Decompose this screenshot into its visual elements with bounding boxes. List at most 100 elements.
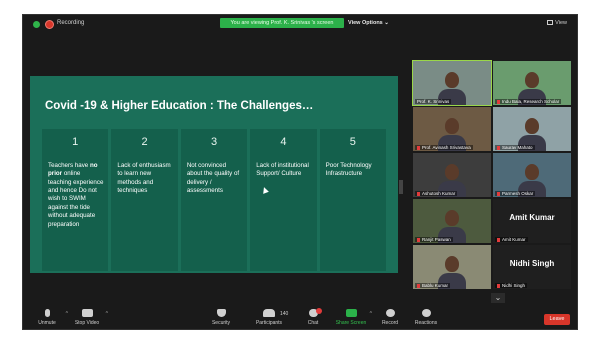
unmute-button[interactable]: Unmute ^ (27, 309, 68, 326)
meeting-toolbar: Unmute ^ Stop Video ^ Security Participa… (23, 307, 577, 329)
muted-mic-icon (417, 191, 420, 196)
chat-label: Chat (307, 320, 319, 326)
muted-mic-icon (417, 145, 420, 150)
muted-mic-icon (417, 237, 420, 242)
view-options-button[interactable]: View Options ⌄ (348, 18, 389, 28)
participant-name-label: Ranjit Paswan (415, 237, 453, 242)
chevron-down-icon[interactable]: ⌄ (491, 293, 505, 303)
participant-head (445, 256, 459, 272)
share-screen-button[interactable]: Share Screen ^ (331, 309, 372, 326)
chat-button[interactable]: Chat (293, 308, 333, 326)
security-button[interactable]: Security (201, 309, 241, 326)
record-label: Record (381, 320, 399, 326)
participant-tile[interactable]: Ranjit Paswan (413, 199, 491, 243)
participant-tile[interactable]: Prof. Avinash Srivastava (413, 107, 491, 151)
participant-tile[interactable]: Amit Kumar Amit Kumar (493, 199, 571, 243)
participant-tile[interactable]: Ashutosh Kumar (413, 153, 491, 197)
participant-name: Ashutosh Kumar (422, 191, 456, 196)
zoom-window: Recording You are viewing Prof. K. Srini… (22, 14, 578, 330)
participant-head (445, 118, 459, 134)
participant-tile[interactable]: Nidhi Singh Nidhi Singh (493, 245, 571, 289)
participant-head (525, 164, 539, 180)
muted-mic-icon (497, 237, 500, 242)
stop-video-button[interactable]: Stop Video ^ (67, 309, 108, 326)
participant-head (445, 164, 459, 180)
participants-count: 140 (280, 311, 289, 317)
muted-mic-icon (44, 309, 50, 317)
challenge-text: Not convinced about the quality of deliv… (186, 162, 240, 195)
top-bar: Recording You are viewing Prof. K. Srini… (23, 15, 577, 35)
participant-name: Prof. Avinash Srivastava (422, 145, 471, 150)
participant-name: Indu Bala, Research Scholar (502, 99, 560, 104)
participant-head (525, 118, 539, 134)
participant-name: Prof. K. Srinivas (417, 99, 450, 104)
participants-label: Participants (255, 320, 283, 326)
view-button[interactable]: View (547, 20, 567, 26)
challenge-number: 3 (210, 136, 218, 148)
muted-mic-icon (417, 283, 420, 288)
leave-button[interactable]: Leave (544, 314, 570, 325)
participant-tile[interactable]: Parmesh Oskar (493, 153, 571, 197)
grid-view-icon (547, 20, 554, 26)
slide-title: Covid -19 & Higher Education : The Chall… (45, 100, 314, 112)
challenge-column: 1 Teachers have no prior online teaching… (42, 129, 109, 271)
participant-tile[interactable]: Indu Bala, Research Scholar (493, 61, 571, 105)
challenge-number: 4 (280, 136, 287, 148)
challenge-column: 4 Lack of institutional Support/ Culture (250, 129, 317, 271)
participant-name: Bablu Kumar (422, 283, 449, 288)
stop-video-label: Stop Video (74, 320, 100, 326)
participants-icon (263, 309, 275, 317)
record-button[interactable]: Record (370, 309, 410, 326)
participant-tile[interactable]: Prof. K. Srinivas (412, 60, 492, 106)
security-label: Security (211, 320, 231, 326)
participant-name: Parmesh Oskar (502, 191, 534, 196)
participants-button[interactable]: Participants 140 (249, 309, 289, 326)
challenge-column: 5 Poor Technology Infrastructure (319, 129, 387, 271)
participant-name: Amit Kumar (502, 237, 526, 242)
participant-name-label: Bablu Kumar (415, 283, 451, 288)
challenge-text: Lack of institutional Support/ Culture (256, 162, 309, 178)
share-screen-icon (345, 309, 357, 317)
shared-screen-slide: Covid -19 & Higher Education : The Chall… (30, 76, 398, 273)
reactions-button[interactable]: Reactions (406, 309, 446, 326)
participant-head (445, 210, 459, 226)
muted-mic-icon (497, 191, 500, 196)
participant-name-label: Saurav Mahato (495, 145, 535, 150)
share-screen-label: Share Screen (335, 320, 367, 326)
recording-label: Recording (57, 20, 85, 26)
chat-notification-badge (316, 308, 322, 314)
participant-name: Nidhi Singh (502, 283, 526, 288)
challenge-text: Lack of enthusiasm to learn new methods … (117, 162, 171, 195)
challenge-columns: 1 Teachers have no prior online teaching… (42, 129, 387, 271)
participant-name-label: Parmesh Oskar (495, 191, 536, 196)
challenge-number: 1 (72, 136, 79, 148)
challenge-text: Teachers have no prior online teaching e… (48, 162, 104, 228)
video-camera-icon (81, 309, 93, 317)
challenge-column: 3 Not convinced about the quality of del… (180, 129, 248, 271)
challenge-number: 5 (349, 136, 356, 148)
split-resize-handle[interactable] (399, 180, 403, 194)
participant-name: Ranjit Paswan (422, 237, 451, 242)
participant-head (525, 72, 539, 88)
participant-name-label: Amit Kumar (495, 237, 528, 242)
muted-mic-icon (497, 99, 500, 104)
participant-tile[interactable]: Bablu Kumar (413, 245, 491, 289)
challenge-column: 2 Lack of enthusiasm to learn new method… (111, 129, 178, 271)
participant-head (445, 72, 459, 88)
participant-display-name: Nidhi Singh (509, 259, 555, 268)
participant-name-label: Nidhi Singh (495, 283, 528, 288)
unmute-label: Unmute (38, 320, 56, 326)
shield-icon (216, 309, 226, 317)
recording-icon (45, 20, 54, 29)
participant-name-label: Indu Bala, Research Scholar (495, 99, 562, 104)
caret-up-icon[interactable]: ^ (106, 311, 108, 317)
participant-name-label: Ashutosh Kumar (415, 191, 458, 196)
participant-tile[interactable]: Saurav Mahato (493, 107, 571, 151)
muted-mic-icon (497, 283, 500, 288)
emoji-icon (421, 309, 431, 317)
view-label: View (555, 20, 567, 26)
participant-display-name: Amit Kumar (509, 213, 555, 222)
security-shield-icon[interactable] (33, 21, 40, 28)
reactions-label: Reactions (414, 320, 438, 326)
challenge-text: Poor Technology Infrastructure (325, 162, 372, 178)
